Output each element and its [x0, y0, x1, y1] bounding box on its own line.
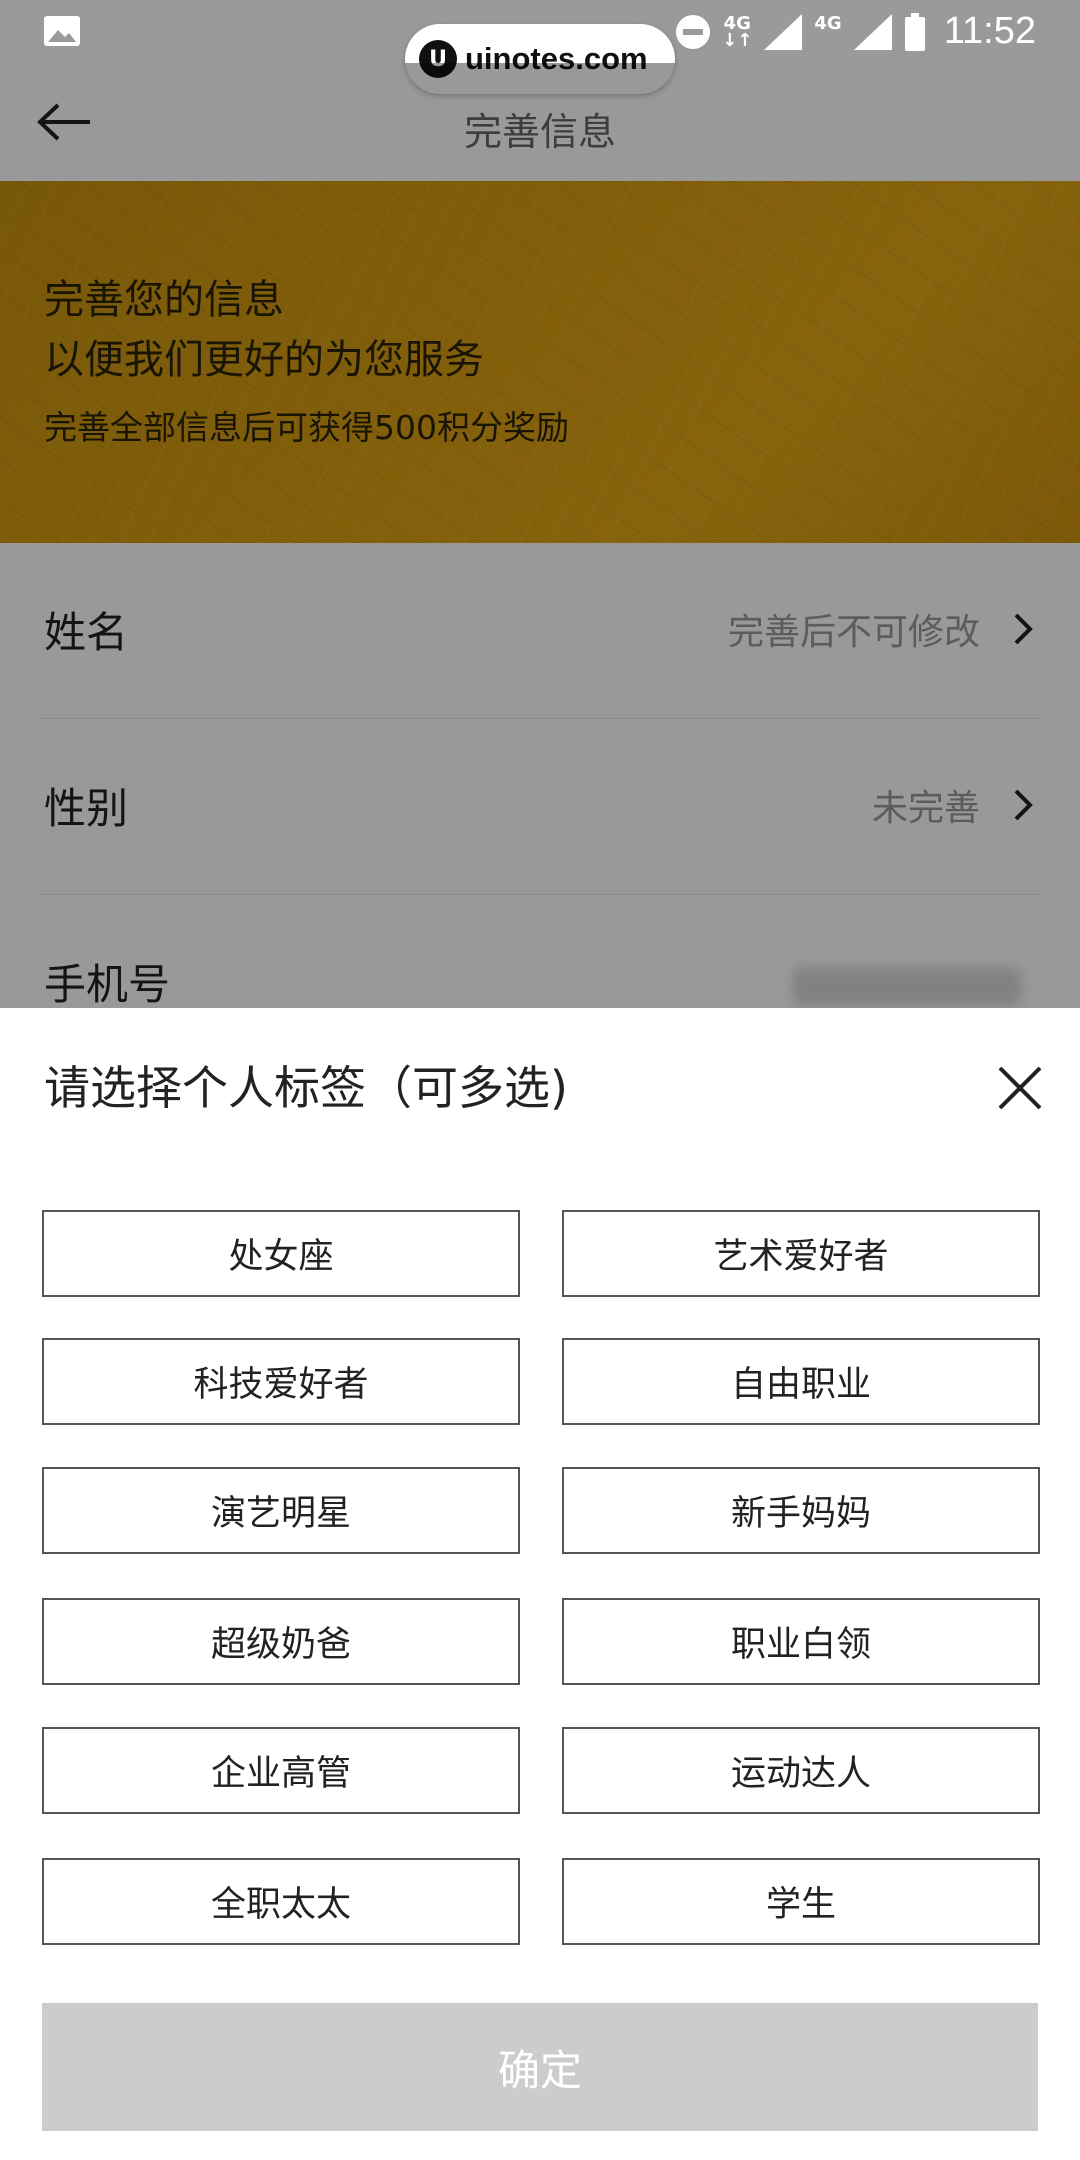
tag-option[interactable]: 处女座 — [42, 1210, 520, 1297]
tag-option[interactable]: 职业白领 — [562, 1598, 1040, 1685]
tag-option[interactable]: 科技爱好者 — [42, 1338, 520, 1425]
tag-option[interactable]: 运动达人 — [562, 1727, 1040, 1814]
network-type-1: 4G ↓↑ — [722, 12, 753, 51]
tag-option[interactable]: 企业高管 — [42, 1727, 520, 1814]
tag-option[interactable]: 超级奶爸 — [42, 1598, 520, 1685]
tag-option[interactable]: 艺术爱好者 — [562, 1210, 1040, 1297]
do-not-disturb-icon — [676, 14, 711, 49]
tag-option[interactable]: 全职太太 — [42, 1858, 520, 1945]
tag-option[interactable]: 学生 — [562, 1858, 1040, 1945]
tag-option[interactable]: 演艺明星 — [42, 1467, 520, 1554]
image-notification-icon — [44, 16, 80, 46]
modal-backdrop[interactable] — [0, 63, 1080, 1008]
tag-selection-sheet: 请选择个人标签（可多选) 处女座 艺术爱好者 科技爱好者 自由职业 演艺明星 新… — [0, 1008, 1080, 2160]
confirm-button[interactable]: 确定 — [42, 2003, 1038, 2131]
signal-icon-2 — [853, 13, 892, 50]
screen: 4G ↓↑ 4G 11:52 完善信息 完善您的信息 以便我们更好的为您服务 完… — [0, 0, 1080, 2160]
battery-icon — [904, 12, 925, 51]
close-icon[interactable] — [994, 1062, 1046, 1114]
tag-option[interactable]: 新手妈妈 — [562, 1467, 1040, 1554]
clock: 11:52 — [943, 10, 1036, 52]
signal-icon-1 — [764, 13, 803, 50]
network-type-2: 4G — [814, 12, 842, 34]
sheet-title: 请选择个人标签（可多选) — [44, 1061, 568, 1115]
tag-option[interactable]: 自由职业 — [562, 1338, 1040, 1425]
